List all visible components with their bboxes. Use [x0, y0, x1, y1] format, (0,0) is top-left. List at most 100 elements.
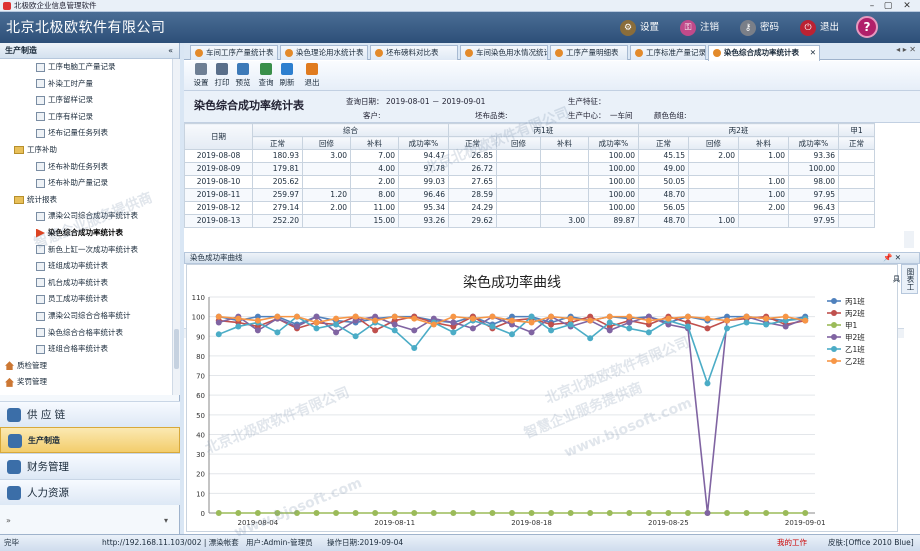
table-cell[interactable]: 3.00: [302, 149, 351, 163]
table-cell[interactable]: 94.47: [398, 149, 449, 163]
tab-nav-controls[interactable]: ◂ ▸ ✕: [896, 45, 916, 54]
toolbar-exit-button[interactable]: 退出: [302, 63, 322, 90]
table-cell[interactable]: [540, 188, 589, 202]
table-row[interactable]: 2019-08-08 180.93 3.00 7.00 94.47 26.85 100.00…: [184, 149, 875, 163]
toolbar-print-button[interactable]: 打印: [212, 63, 232, 90]
col-sub[interactable]: 补料: [350, 136, 399, 150]
table-cell[interactable]: 1.00: [738, 175, 789, 189]
table-cell[interactable]: [838, 175, 875, 189]
close-window-button[interactable]: ✕: [900, 0, 914, 12]
table-cell[interactable]: 179.81: [252, 162, 303, 176]
table-cell[interactable]: 95.34: [398, 201, 449, 215]
nav-expand-button[interactable]: »: [6, 516, 11, 525]
table-cell[interactable]: 2019-08-13: [184, 214, 253, 228]
table-cell[interactable]: [302, 162, 351, 176]
minimize-button[interactable]: –: [865, 0, 879, 12]
tree-item[interactable]: 工序补助: [14, 142, 57, 158]
tree-item[interactable]: 染色综合合格率统计表: [36, 325, 123, 341]
table-row[interactable]: 2019-08-12 279.14 2.00 11.00 95.34 24.29 100.0…: [184, 201, 875, 215]
table-cell[interactable]: 2019-08-12: [184, 201, 253, 215]
table-cell[interactable]: [738, 214, 789, 228]
table-cell[interactable]: [496, 175, 541, 189]
tab-5[interactable]: 工序标准产量记录: [630, 45, 706, 60]
table-cell[interactable]: 1.20: [302, 188, 351, 202]
table-row[interactable]: 2019-08-10 205.62 2.00 99.03 27.65 100.00 50.0…: [184, 175, 875, 189]
password-button[interactable]: ⚷ 密码: [740, 20, 779, 36]
skin-indicator[interactable]: 皮肤:[Office 2010 Blue]: [828, 535, 914, 551]
table-cell[interactable]: [688, 162, 739, 176]
table-cell[interactable]: 4.00: [350, 162, 399, 176]
table-cell[interactable]: 48.70: [638, 214, 689, 228]
col-sub[interactable]: 回修: [496, 136, 541, 150]
table-cell[interactable]: [838, 188, 875, 202]
table-cell[interactable]: 99.03: [398, 175, 449, 189]
table-cell[interactable]: [496, 162, 541, 176]
table-cell[interactable]: 89.87: [588, 214, 639, 228]
table-cell[interactable]: [496, 149, 541, 163]
sidebar-scrollbar[interactable]: [172, 59, 180, 395]
nav-production[interactable]: 生产制造: [0, 427, 180, 453]
tab-1[interactable]: 染色理论用水统计表: [280, 45, 368, 60]
table-cell[interactable]: 24.29: [448, 201, 497, 215]
table-cell[interactable]: 2.00: [302, 201, 351, 215]
table-cell[interactable]: 2019-08-08: [184, 149, 253, 163]
logout-button[interactable]: ⚿ 注销: [680, 20, 719, 36]
table-cell[interactable]: 100.00: [588, 201, 639, 215]
col-sub[interactable]: 正常: [252, 136, 303, 150]
table-cell[interactable]: 180.93: [252, 149, 303, 163]
table-cell[interactable]: 48.70: [638, 188, 689, 202]
maximize-button[interactable]: ▢: [881, 0, 895, 12]
table-cell[interactable]: 2019-08-11: [184, 188, 253, 202]
tree-item[interactable]: 质检管理: [5, 358, 47, 374]
help-button[interactable]: ?: [856, 16, 878, 38]
col-sub[interactable]: 成功率%: [398, 136, 449, 150]
table-cell[interactable]: 100.00: [588, 175, 639, 189]
table-cell[interactable]: 8.00: [350, 188, 399, 202]
nav-hr[interactable]: 人力资源: [0, 479, 180, 505]
table-cell[interactable]: [838, 201, 875, 215]
col-sub[interactable]: 正常: [638, 136, 689, 150]
table-cell[interactable]: 2019-08-09: [184, 162, 253, 176]
table-row[interactable]: 2019-08-11 259.97 1.20 8.00 96.46 28.59 100.00…: [184, 188, 875, 202]
scroll-thumb[interactable]: [174, 329, 179, 369]
table-cell[interactable]: 100.00: [788, 162, 839, 176]
tree-item[interactable]: 统计报表: [14, 192, 57, 208]
table-cell[interactable]: [302, 175, 351, 189]
chart-tools-tab[interactable]: 图表工具: [892, 264, 918, 294]
exit-button[interactable]: ⏻ 退出: [800, 20, 839, 36]
table-cell[interactable]: 97.95: [788, 214, 839, 228]
table-cell[interactable]: 1.00: [738, 188, 789, 202]
toolbar-settings-button[interactable]: 设置: [191, 63, 211, 90]
table-row[interactable]: 2019-08-09 179.81 4.00 97.78 26.72 100.00 49.0…: [184, 162, 875, 176]
table-cell[interactable]: [302, 214, 351, 228]
tree-item[interactable]: 员工成功率统计表: [36, 291, 108, 307]
table-cell[interactable]: [838, 214, 875, 228]
tree-item[interactable]: 坯布补助任务列表: [36, 159, 108, 175]
tree-item[interactable]: 漂染公司综合成功率统计表: [36, 208, 138, 224]
table-cell[interactable]: [540, 201, 589, 215]
table-cell[interactable]: 96.46: [398, 188, 449, 202]
tab-2[interactable]: 坯布磅料对比表: [370, 45, 458, 60]
tree-item[interactable]: 机台成功率统计表: [36, 275, 108, 291]
tree-item[interactable]: 坯布补助产量记录: [36, 175, 108, 191]
table-cell[interactable]: 279.14: [252, 201, 303, 215]
table-cell[interactable]: 100.00: [588, 149, 639, 163]
tab-3[interactable]: 车间染色用水情况统计表: [460, 45, 548, 60]
table-cell[interactable]: [738, 162, 789, 176]
col-date[interactable]: 日期: [184, 123, 253, 150]
col-sub[interactable]: 补料: [738, 136, 789, 150]
table-cell[interactable]: 100.00: [588, 162, 639, 176]
tree-item[interactable]: 新色上缸一次成功率统计表: [36, 242, 138, 258]
tree-item[interactable]: 奖罚管理: [5, 374, 47, 390]
tab-0[interactable]: 车间工序产量统计表: [190, 45, 278, 60]
table-cell[interactable]: 97.78: [398, 162, 449, 176]
table-cell[interactable]: 96.43: [788, 201, 839, 215]
nav-finance[interactable]: 财务管理: [0, 453, 180, 479]
col-sub[interactable]: 补料: [540, 136, 589, 150]
table-cell[interactable]: 205.62: [252, 175, 303, 189]
my-work-link[interactable]: 我的工作: [777, 535, 807, 551]
table-cell[interactable]: 15.00: [350, 214, 399, 228]
table-cell[interactable]: [688, 201, 739, 215]
tab-4[interactable]: 工序产量明细表: [550, 45, 628, 60]
table-cell[interactable]: 97.95: [788, 188, 839, 202]
